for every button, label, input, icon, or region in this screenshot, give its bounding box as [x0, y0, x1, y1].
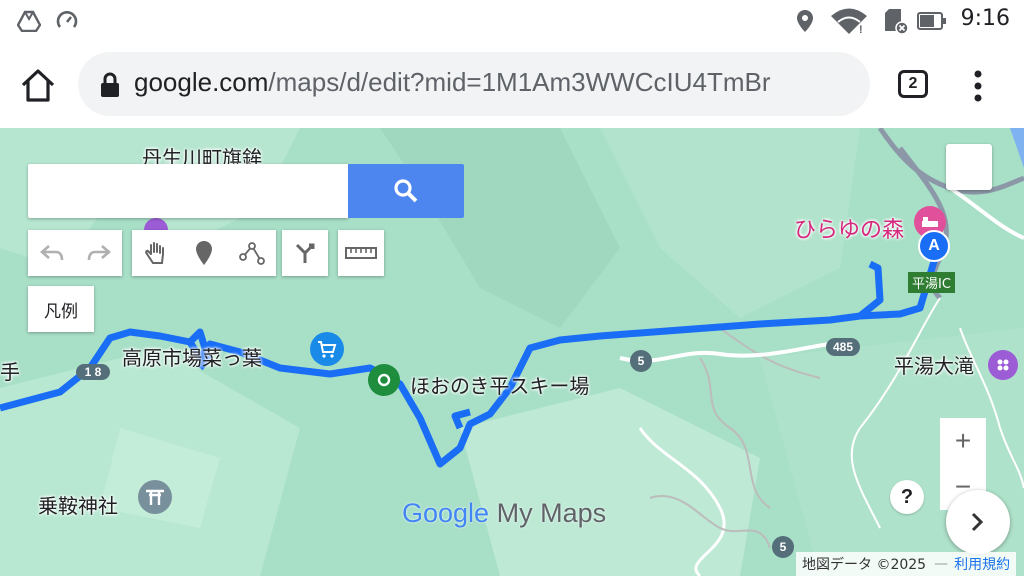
redo-icon — [87, 245, 111, 261]
clock: 9:16 — [960, 6, 1010, 31]
attribution-text: 地図データ ©2025 — [802, 557, 927, 573]
wifi-icon: ! — [826, 8, 872, 35]
tab-switcher-button[interactable]: 2 — [898, 70, 928, 98]
chevron-icon — [971, 512, 984, 532]
redo-button[interactable] — [75, 244, 122, 262]
battery-icon — [916, 8, 948, 34]
draw-tools-group — [132, 230, 276, 276]
ruler-icon — [345, 247, 377, 259]
draw-line-button[interactable] — [228, 241, 276, 265]
drive-icon — [16, 8, 42, 34]
logo-google: Google — [402, 498, 490, 528]
route-shield-158: 1 8 — [76, 364, 110, 380]
line-icon — [239, 242, 265, 265]
route-shield-5b: 5 — [772, 536, 794, 558]
browser-toolbar: google.com/maps/d/edit?mid=1M1Am3WWCcIU4… — [0, 42, 1024, 128]
label-norikura: 乗鞍神社 — [38, 494, 118, 518]
address-bar[interactable]: google.com/maps/d/edit?mid=1M1Am3WWCcIU4… — [78, 52, 870, 116]
label-hoonoki: ほおのき平スキー場 — [410, 374, 590, 398]
speed-icon — [54, 8, 80, 34]
undo-redo-group — [28, 230, 122, 276]
route-shield-5a: 5 — [630, 350, 652, 372]
directions-button[interactable] — [282, 230, 328, 276]
map-canvas[interactable]: 丹生川町旗鉾 高原市場菜っ葉 ほおのき平スキー場 ひらゆの森 平湯大滝 乗鞍神社… — [0, 128, 1024, 576]
status-bar: ! 9:16 — [0, 0, 1024, 42]
pan-button[interactable] — [132, 240, 180, 266]
terms-link[interactable]: 利用規約 — [954, 554, 1010, 574]
url-path: /maps/d/edit?mid=1M1Am3WWCcIU4TmBr — [268, 67, 771, 97]
map-layer-button[interactable] — [946, 144, 992, 190]
sd-card-icon — [882, 8, 910, 35]
undo-icon — [39, 245, 63, 261]
map-search-button[interactable] — [348, 164, 464, 218]
label-hirayu-ic: 平湯IC — [908, 272, 955, 293]
search-icon — [394, 179, 418, 203]
measure-button[interactable] — [338, 230, 384, 276]
location-icon — [794, 8, 816, 34]
zoom-in-button[interactable]: + — [940, 418, 986, 465]
home-icon — [21, 69, 55, 102]
label-te: 手 — [0, 360, 20, 384]
label-hirayu-falls: 平湯大滝 — [894, 354, 974, 378]
label-hirayu-forest: ひらゆの森 — [794, 218, 905, 243]
hand-icon — [145, 242, 164, 264]
legend-button[interactable]: 凡例 — [28, 286, 94, 332]
add-marker-button[interactable] — [180, 240, 228, 266]
marker-icon — [196, 241, 212, 265]
undo-button[interactable] — [28, 244, 75, 262]
overflow-menu-button[interactable] — [966, 68, 990, 104]
shrine-icon[interactable] — [138, 480, 172, 514]
route-shield-485: 485 — [826, 338, 860, 356]
marker-a[interactable]: A — [918, 230, 950, 262]
home-button[interactable] — [18, 66, 58, 106]
lock-icon — [101, 72, 119, 97]
more-vert-icon — [974, 70, 982, 102]
directions-icon — [295, 243, 315, 263]
help-button[interactable]: ? — [890, 480, 924, 514]
svg-text:!: ! — [859, 24, 863, 35]
attraction-icon[interactable] — [988, 350, 1018, 380]
label-takahara: 高原市場菜っ葉 — [122, 346, 262, 370]
shopping-cart-icon[interactable] — [310, 332, 344, 366]
map-search-input[interactable] — [28, 164, 348, 218]
ski-resort-icon[interactable] — [368, 364, 400, 396]
google-my-maps-logo: Google My Maps — [402, 498, 606, 529]
url-domain: google.com — [134, 67, 269, 97]
expand-button[interactable] — [946, 490, 1010, 554]
map-attribution: 地図データ ©2025 — 利用規約 — [796, 552, 1017, 576]
logo-mymaps: My Maps — [496, 498, 607, 528]
url-text: google.com/maps/d/edit?mid=1M1Am3WWCcIU4… — [134, 67, 770, 98]
